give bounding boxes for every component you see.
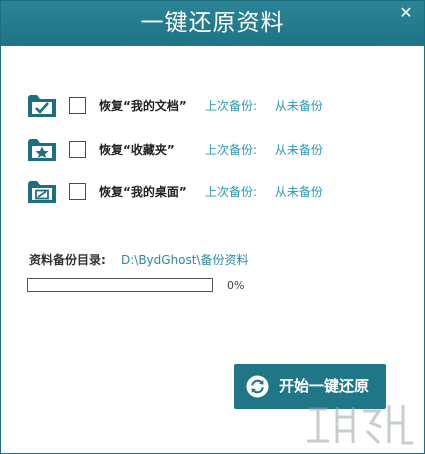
progress-percent: 0% bbox=[227, 279, 245, 292]
favorites-folder-star-icon bbox=[28, 139, 56, 161]
close-icon[interactable]: ✕ bbox=[398, 5, 414, 21]
favorites-backup-status: 上次备份: 从未备份 bbox=[205, 141, 323, 158]
restore-item-documents: 恢复“我的文档” 上次备份: 从未备份 bbox=[27, 91, 407, 121]
restore-item-favorites: 恢复“收藏夹” 上次备份: 从未备份 bbox=[27, 135, 407, 165]
documents-label: 恢复“我的文档” bbox=[99, 99, 187, 113]
desktop-label: 恢复“我的桌面” bbox=[99, 185, 187, 199]
favorites-label: 恢复“收藏夹” bbox=[99, 143, 175, 157]
backup-dir-label: 资料备份目录: bbox=[29, 253, 106, 267]
window-title: 一键还原资料 bbox=[140, 10, 285, 36]
favorites-checkbox[interactable] bbox=[69, 141, 86, 158]
documents-folder-check-icon bbox=[28, 95, 56, 117]
desktop-backup-status: 上次备份: 从未备份 bbox=[205, 183, 323, 200]
refresh-icon bbox=[246, 375, 269, 398]
documents-backup-status: 上次备份: 从未备份 bbox=[205, 97, 323, 114]
restore-item-desktop: 恢复“我的桌面” 上次备份: 从未备份 bbox=[27, 177, 407, 207]
last-backup-value: 从未备份 bbox=[274, 99, 323, 113]
desktop-folder-icon bbox=[28, 181, 56, 203]
title-bar: 一键还原资料 ✕ bbox=[1, 1, 424, 46]
last-backup-value: 从未备份 bbox=[274, 143, 323, 157]
watermark-logo-icon bbox=[307, 405, 413, 445]
desktop-checkbox[interactable] bbox=[69, 183, 86, 200]
backup-dir-path[interactable]: D:\BydGhost\备份资料 bbox=[121, 251, 249, 268]
last-backup-label: 上次备份: bbox=[205, 143, 258, 157]
progress-bar bbox=[27, 278, 213, 292]
restore-window: 一键还原资料 ✕ 恢复“我的文档” 上次备份: 从未备份 恢复“收藏夹” 上次备… bbox=[0, 0, 425, 454]
last-backup-label: 上次备份: bbox=[205, 99, 258, 113]
documents-checkbox[interactable] bbox=[69, 97, 86, 114]
last-backup-value: 从未备份 bbox=[274, 185, 323, 199]
last-backup-label: 上次备份: bbox=[205, 185, 258, 199]
